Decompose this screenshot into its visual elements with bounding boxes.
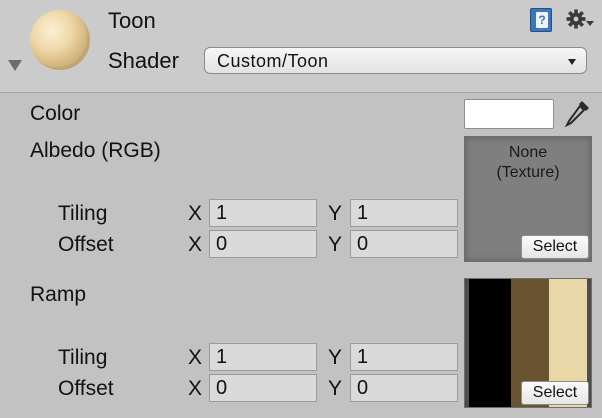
albedo-tiling-y-label: Y [328, 202, 343, 225]
ramp-band-black [469, 279, 511, 407]
shader-dropdown[interactable]: Custom/Toon [204, 47, 587, 74]
albedo-texture-type: (Texture) [496, 164, 560, 181]
ramp-tiling-x-field[interactable]: 1 [209, 343, 317, 371]
albedo-texture-slot[interactable]: None (Texture) Select [464, 136, 592, 262]
albedo-offset-x-field[interactable]: 0 [209, 230, 317, 258]
albedo-select-button[interactable]: Select [521, 235, 589, 259]
albedo-offset-y-field[interactable]: 0 [350, 230, 458, 258]
ramp-tiling-y-field[interactable]: 1 [350, 343, 458, 371]
help-book-icon[interactable]: ? [530, 8, 552, 32]
albedo-tiling-y-field[interactable]: 1 [350, 199, 458, 227]
ramp-offset-y-label: Y [328, 377, 343, 400]
ramp-offset-x-field[interactable]: 0 [209, 374, 317, 402]
albedo-tiling-x-label: X [188, 202, 203, 225]
ramp-offset-y-field[interactable]: 0 [350, 374, 458, 402]
help-question-icon: ? [536, 12, 548, 28]
chevron-down-icon [568, 59, 576, 65]
ramp-tiling-x-label: X [188, 346, 203, 369]
ramp-label: Ramp [30, 283, 87, 306]
gear-icon[interactable] [566, 8, 596, 32]
foldout-arrow-icon[interactable] [8, 60, 22, 71]
albedo-offset-label: Offset [58, 233, 114, 256]
albedo-texture-none: None [508, 144, 548, 161]
shader-label: Shader [108, 48, 179, 73]
material-preview-sphere [30, 10, 90, 70]
albedo-tiling-x-field[interactable]: 1 [209, 199, 317, 227]
ramp-offset-label: Offset [58, 377, 114, 400]
ramp-texture-slot[interactable]: Select [464, 278, 592, 408]
material-header: Toon Shader Custom/Toon ? [0, 0, 602, 93]
albedo-offset-y-label: Y [328, 233, 343, 256]
ramp-tiling-label: Tiling [58, 346, 108, 369]
albedo-texture-placeholder: None (Texture) [465, 143, 591, 183]
albedo-tiling-label: Tiling [58, 202, 108, 225]
albedo-offset-x-label: X [188, 233, 203, 256]
ramp-offset-x-label: X [188, 377, 203, 400]
eyedropper-icon[interactable] [562, 98, 592, 130]
color-swatch[interactable] [464, 99, 554, 129]
material-name: Toon [108, 8, 156, 33]
color-label: Color [30, 102, 81, 125]
shader-dropdown-value: Custom/Toon [217, 51, 329, 71]
albedo-label: Albedo (RGB) [30, 139, 161, 162]
ramp-tiling-y-label: Y [328, 346, 343, 369]
ramp-select-button[interactable]: Select [521, 381, 589, 405]
